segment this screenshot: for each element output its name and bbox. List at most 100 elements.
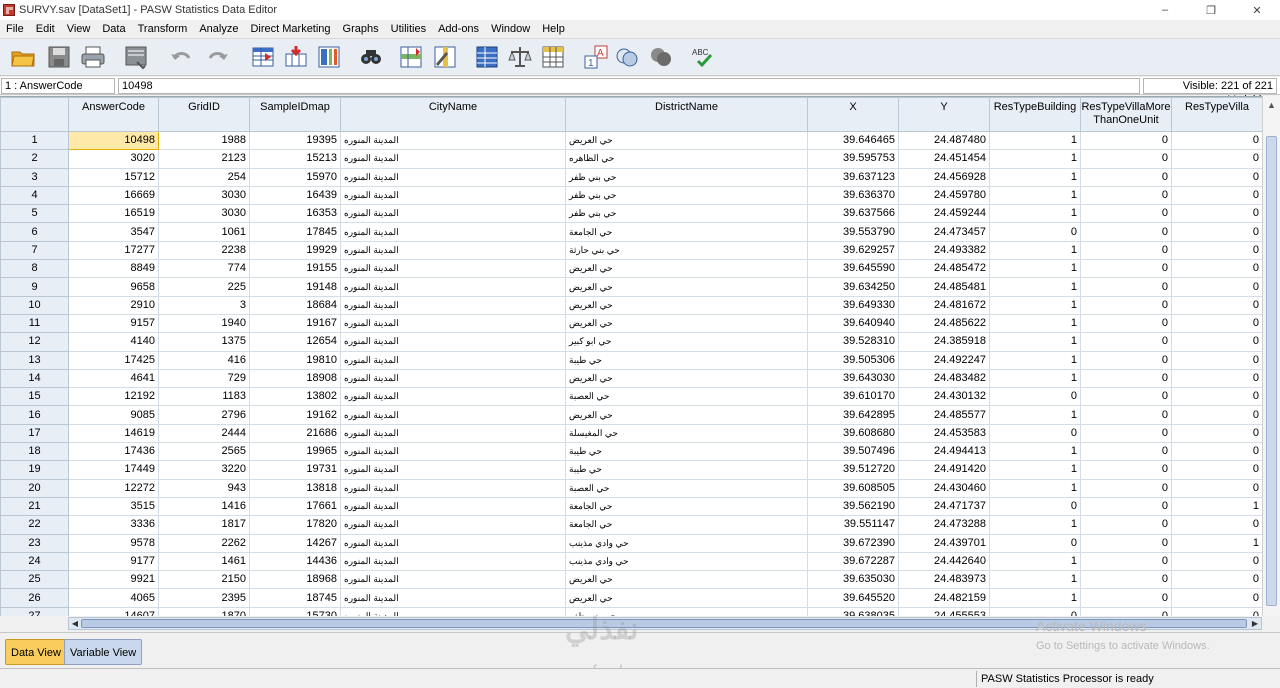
data-cell[interactable]: 0 — [1171, 515, 1263, 535]
data-cell[interactable]: 3515 — [68, 496, 159, 517]
data-cell[interactable]: 2565 — [158, 442, 250, 462]
data-cell[interactable]: 17277 — [68, 240, 159, 261]
data-cell[interactable]: 2123 — [158, 149, 250, 169]
menu-add-ons[interactable]: Add-ons — [432, 20, 485, 38]
data-cell[interactable]: 0 — [1171, 423, 1263, 444]
redo-icon[interactable] — [205, 44, 231, 70]
data-cell[interactable]: 39.642895 — [807, 405, 899, 425]
data-cell[interactable]: 1 — [1171, 533, 1263, 553]
data-cell[interactable]: 39.637123 — [807, 167, 899, 187]
data-cell[interactable]: حي العريض — [565, 368, 808, 389]
data-cell[interactable]: 17820 — [249, 515, 341, 535]
row-number[interactable]: 22 — [0, 515, 69, 535]
data-cell[interactable]: 0 — [1080, 167, 1172, 187]
data-cell[interactable]: 1 — [989, 478, 1081, 498]
data-cell[interactable]: 1461 — [158, 551, 250, 572]
goto-variable-icon[interactable] — [283, 44, 309, 70]
data-cell[interactable]: المدينة المنوره — [340, 259, 566, 279]
minimize-button[interactable]: – — [1142, 0, 1188, 20]
data-cell[interactable]: 19965 — [249, 442, 341, 462]
data-cell[interactable]: حي العريض — [565, 277, 808, 297]
undo-icon[interactable] — [168, 44, 194, 70]
data-cell[interactable]: 39.528310 — [807, 332, 899, 352]
row-number[interactable]: 12 — [0, 332, 69, 352]
data-cell[interactable]: 1 — [989, 405, 1081, 425]
data-cell[interactable]: 18968 — [249, 570, 341, 590]
data-cell[interactable]: 10498 — [68, 130, 159, 151]
data-cell[interactable]: المدينة المنوره — [340, 606, 566, 616]
data-cell[interactable]: 4641 — [68, 368, 159, 389]
data-cell[interactable]: 24.473457 — [898, 222, 990, 242]
data-cell[interactable]: 1375 — [158, 332, 250, 352]
data-cell[interactable]: 1 — [989, 185, 1081, 206]
data-cell[interactable]: حي العريض — [565, 570, 808, 590]
data-cell[interactable]: 15970 — [249, 167, 341, 187]
data-cell[interactable]: 39.610170 — [807, 387, 899, 407]
data-cell[interactable]: 1 — [989, 295, 1081, 315]
row-number[interactable]: 19 — [0, 460, 69, 480]
menu-transform[interactable]: Transform — [132, 20, 194, 38]
data-cell[interactable]: 16519 — [68, 204, 159, 224]
data-cell[interactable]: حي العريض — [565, 588, 808, 608]
data-cell[interactable]: 0 — [1080, 185, 1172, 206]
row-number[interactable]: 10 — [0, 295, 69, 315]
data-cell[interactable]: 24.487480 — [898, 130, 990, 151]
menu-utilities[interactable]: Utilities — [385, 20, 432, 38]
data-cell[interactable]: 1 — [989, 167, 1081, 187]
row-number[interactable]: 21 — [0, 496, 69, 517]
value-labels-icon[interactable]: A1 — [583, 44, 609, 70]
data-cell[interactable]: 0 — [1080, 496, 1172, 517]
data-cell[interactable]: 1061 — [158, 222, 250, 242]
data-cell[interactable]: 9177 — [68, 551, 159, 572]
data-cell[interactable]: 0 — [1171, 387, 1263, 407]
row-number[interactable]: 25 — [0, 570, 69, 590]
data-cell[interactable]: 0 — [1171, 185, 1263, 206]
data-cell[interactable]: 1 — [989, 570, 1081, 590]
data-cell[interactable]: حي المغيسلة — [565, 423, 808, 444]
menu-file[interactable]: File — [0, 20, 30, 38]
data-cell[interactable]: 19395 — [249, 130, 341, 151]
select-cases-icon[interactable] — [540, 44, 566, 70]
row-number[interactable]: 9 — [0, 277, 69, 297]
data-cell[interactable]: 3020 — [68, 149, 159, 169]
data-cell[interactable]: 39.562190 — [807, 496, 899, 517]
data-cell[interactable]: المدينة المنوره — [340, 277, 566, 297]
data-cell[interactable]: حي الجامعة — [565, 515, 808, 535]
data-cell[interactable]: 39.505306 — [807, 350, 899, 370]
data-cell[interactable]: 0 — [1171, 570, 1263, 590]
data-cell[interactable]: المدينة المنوره — [340, 332, 566, 352]
data-cell[interactable]: 24.492247 — [898, 350, 990, 370]
column-header-restypevilla[interactable]: ResTypeVilla — [1171, 97, 1263, 132]
data-cell[interactable]: 0 — [1171, 222, 1263, 242]
data-cell[interactable]: 18908 — [249, 368, 341, 389]
data-cell[interactable]: حي بني ظفر — [565, 185, 808, 206]
data-cell[interactable]: 24.481672 — [898, 295, 990, 315]
data-cell[interactable]: 0 — [1080, 588, 1172, 608]
data-cell[interactable]: المدينة المنوره — [340, 533, 566, 553]
row-number[interactable]: 27 — [0, 606, 69, 616]
data-cell[interactable]: 0 — [1171, 259, 1263, 279]
data-cell[interactable]: 0 — [1171, 606, 1263, 616]
data-cell[interactable]: حي الجامعة — [565, 222, 808, 242]
data-cell[interactable]: 24.485577 — [898, 405, 990, 425]
data-cell[interactable]: 16353 — [249, 204, 341, 224]
data-cell[interactable]: 4065 — [68, 588, 159, 608]
data-cell[interactable]: 12272 — [68, 478, 159, 498]
data-cell[interactable]: حي العريض — [565, 259, 808, 279]
data-cell[interactable]: 225 — [158, 277, 250, 297]
data-cell[interactable]: حي ابو كبير — [565, 332, 808, 352]
data-cell[interactable]: 1 — [989, 442, 1081, 462]
data-cell[interactable]: المدينة المنوره — [340, 423, 566, 444]
data-cell[interactable]: 17436 — [68, 442, 159, 462]
data-cell[interactable]: 0 — [1171, 478, 1263, 498]
data-cell[interactable]: 0 — [1080, 478, 1172, 498]
goto-case-icon[interactable] — [250, 44, 276, 70]
data-cell[interactable]: 4140 — [68, 332, 159, 352]
data-cell[interactable]: 24.491420 — [898, 460, 990, 480]
column-header-restypevillamorethanoneunit[interactable]: ResTypeVillaMore ThanOneUnit — [1080, 97, 1172, 132]
spell-check-icon[interactable]: ABC — [690, 44, 716, 70]
data-cell[interactable]: 0 — [1171, 313, 1263, 334]
data-cell[interactable]: 24.459244 — [898, 204, 990, 224]
row-number[interactable]: 14 — [0, 368, 69, 389]
data-cell[interactable]: 21686 — [249, 423, 341, 444]
